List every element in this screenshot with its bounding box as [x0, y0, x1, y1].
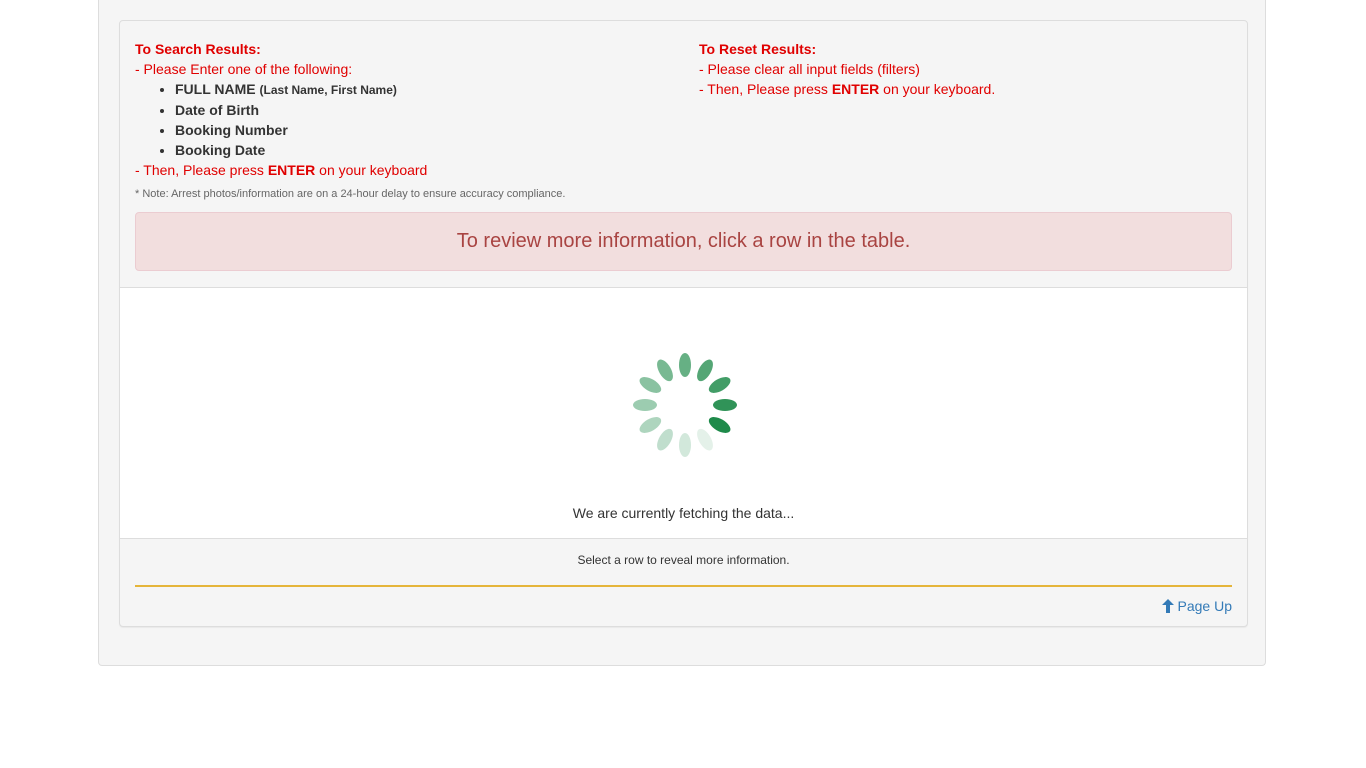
- results-panel: To Search Results: - Please Enter one of…: [119, 20, 1248, 627]
- search-then-prefix: - Then, Please press: [135, 162, 268, 178]
- list-item-label: FULL NAME: [175, 81, 256, 97]
- list-item: FULL NAME (Last Name, First Name): [175, 79, 427, 100]
- panel-footer: Select a row to reveal more information.…: [120, 539, 1247, 626]
- spinner-petal: [697, 359, 713, 382]
- footer-divider: [135, 585, 1232, 587]
- search-intro: - Please Enter one of the following:: [135, 61, 353, 77]
- page-container: To Search Results: - Please Enter one of…: [98, 0, 1266, 666]
- panel-heading: To Search Results: - Please Enter one of…: [120, 21, 1247, 288]
- loading-spinner-icon: [633, 353, 737, 457]
- spinner-petal: [657, 428, 673, 451]
- spinner-petal: [633, 399, 657, 411]
- search-then-key: ENTER: [267, 162, 316, 178]
- search-then-suffix: on your keyboard: [315, 162, 428, 178]
- list-item-sub: (Last Name, First Name): [259, 83, 397, 97]
- loading-text: We are currently fetching the data...: [572, 505, 795, 521]
- reset-then: - Then, Please press ENTER on your keybo…: [699, 79, 995, 99]
- spinner-petal: [708, 417, 731, 433]
- reset-line1: - Please clear all input fields (filters…: [699, 61, 920, 77]
- arrow-up-icon: [1161, 599, 1174, 613]
- search-instructions: To Search Results: - Please Enter one of…: [135, 39, 427, 180]
- spinner-petal: [713, 399, 737, 411]
- reset-then-key: ENTER: [831, 81, 880, 97]
- list-item: Date of Birth: [175, 100, 427, 120]
- spinner-petal: [708, 377, 731, 393]
- page-up-label: Page Up: [1177, 598, 1232, 614]
- list-item-label: Booking Number: [175, 122, 288, 138]
- search-then: - Then, Please press ENTER on your keybo…: [135, 160, 427, 180]
- reset-instructions: To Reset Results: - Please clear all inp…: [699, 39, 995, 99]
- spinner-petal: [697, 428, 713, 451]
- spinner-petal: [657, 359, 673, 382]
- search-fields-list: FULL NAME (Last Name, First Name) Date o…: [135, 79, 427, 160]
- info-alert: To review more information, click a row …: [135, 212, 1232, 271]
- list-item: Booking Date: [175, 140, 427, 160]
- table-area: We are currently fetching the data...: [120, 288, 1247, 539]
- list-item-label: Date of Birth: [175, 102, 259, 118]
- reset-then-prefix: - Then, Please press: [699, 81, 832, 97]
- reset-title: To Reset Results:: [699, 41, 817, 57]
- spinner-petal: [679, 353, 691, 377]
- search-title: To Search Results:: [135, 41, 261, 57]
- reset-then-suffix: on your keyboard.: [879, 81, 996, 97]
- list-item-label: Booking Date: [175, 142, 266, 158]
- spinner-petal: [639, 417, 662, 433]
- page-up-link[interactable]: Page Up: [1161, 598, 1232, 614]
- spinner-petal: [679, 433, 691, 457]
- spinner-petal: [639, 377, 662, 393]
- list-item: Booking Number: [175, 120, 427, 140]
- footer-hint: Select a row to reveal more information.: [577, 553, 790, 567]
- delay-note: * Note: Arrest photos/information are on…: [135, 188, 566, 200]
